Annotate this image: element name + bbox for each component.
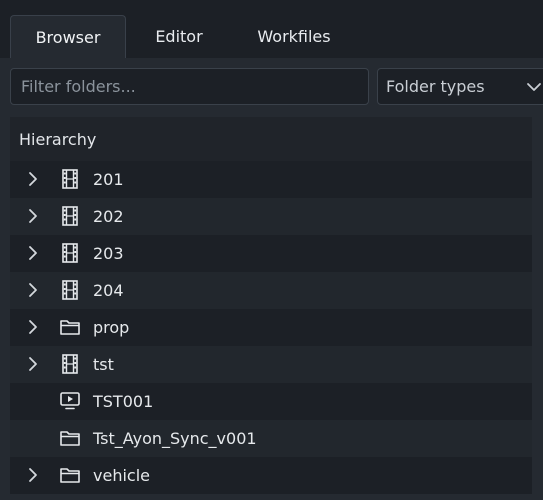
- folder-tree: Hierarchy 201 202 203 204 prop tst TST001 Tst_A…: [10, 117, 532, 500]
- tab-browser-label: Browser: [35, 27, 101, 47]
- tree-row-label: vehicle: [93, 466, 150, 485]
- tree-row-label: prop: [93, 318, 130, 337]
- tree-row[interactable]: 203: [10, 235, 532, 272]
- tree-row-label: 201: [93, 170, 124, 189]
- tree-row[interactable]: tst: [10, 346, 532, 383]
- app-window: Browser Editor Workfiles Folder types Hi…: [0, 0, 543, 500]
- tree-row-label: Tst_Ayon_Sync_v001: [93, 429, 257, 448]
- tab-editor[interactable]: Editor: [131, 15, 227, 58]
- tab-workfiles-label: Workfiles: [257, 27, 331, 46]
- film-icon: [59, 206, 81, 226]
- folder-icon: [59, 317, 81, 337]
- chevron-right-icon[interactable]: [26, 467, 40, 483]
- film-icon: [59, 354, 81, 374]
- tree-row[interactable]: Tst_Ayon_Sync_v001: [10, 420, 532, 457]
- tree-row-label: TST001: [93, 392, 154, 411]
- chevron-right-icon[interactable]: [26, 282, 40, 298]
- film-icon: [59, 243, 81, 263]
- folder-icon: [59, 428, 81, 448]
- folder-types-label: Folder types: [386, 77, 485, 96]
- tree-header: Hierarchy: [10, 117, 532, 161]
- tree-row-label: 202: [93, 207, 124, 226]
- filter-folders-input[interactable]: [10, 68, 369, 105]
- tree-row-label: 204: [93, 281, 124, 300]
- browser-panel: Folder types Hierarchy 201 202 203 204 prop t…: [0, 58, 543, 500]
- tree-row[interactable]: vehicle: [10, 457, 532, 494]
- tab-bar: Browser Editor Workfiles: [0, 0, 543, 58]
- chevron-right-icon[interactable]: [26, 356, 40, 372]
- folder-types-dropdown[interactable]: Folder types: [377, 68, 543, 105]
- monitor-play-icon: [59, 391, 81, 411]
- tab-editor-label: Editor: [155, 27, 203, 46]
- tree-row-label: tst: [93, 355, 114, 374]
- tree-row[interactable]: prop: [10, 309, 532, 346]
- film-icon: [59, 169, 81, 189]
- tree-header-label: Hierarchy: [19, 129, 97, 149]
- chevron-down-icon: [526, 79, 542, 95]
- chevron-right-icon[interactable]: [26, 245, 40, 261]
- tree-row[interactable]: TST001: [10, 383, 532, 420]
- tab-workfiles[interactable]: Workfiles: [232, 15, 356, 58]
- tree-row[interactable]: 201: [10, 161, 532, 198]
- tab-browser[interactable]: Browser: [10, 15, 126, 58]
- chevron-right-icon[interactable]: [26, 171, 40, 187]
- film-icon: [59, 280, 81, 300]
- chevron-right-icon[interactable]: [26, 208, 40, 224]
- chevron-right-icon[interactable]: [26, 319, 40, 335]
- tree-row-label: 203: [93, 244, 124, 263]
- tree-row[interactable]: 202: [10, 198, 532, 235]
- tree-row[interactable]: 204: [10, 272, 532, 309]
- folder-icon: [59, 465, 81, 485]
